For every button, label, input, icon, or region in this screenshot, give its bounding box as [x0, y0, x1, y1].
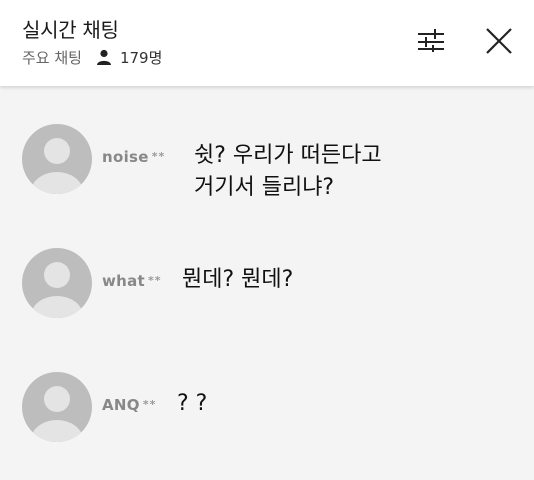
close-button[interactable]: [480, 24, 518, 62]
default-avatar-icon: [22, 372, 92, 442]
chat-message-list[interactable]: noise ** 쉿? 우리가 떠든다고 거기서 들리냐? what ** 뭔데? …: [0, 88, 534, 480]
participant-count: 179명: [119, 48, 163, 67]
settings-sliders-icon: [417, 28, 445, 56]
close-icon: [485, 27, 513, 59]
avatar[interactable]: [22, 124, 92, 194]
default-avatar-icon: [22, 124, 92, 194]
message-nickname[interactable]: ANQ **: [102, 396, 156, 414]
person-icon: [96, 49, 112, 65]
avatar[interactable]: [22, 372, 92, 442]
message-text: 쉿? 우리가 떠든다고 거기서 들리냐?: [194, 140, 382, 204]
chat-title: 실시간 채팅: [22, 18, 119, 42]
message-line: 뭔데? 뭔데?: [182, 267, 294, 292]
settings-button[interactable]: [412, 26, 450, 58]
message-nickname[interactable]: noise **: [102, 148, 165, 166]
chat-header: 실시간 채팅 주요 채팅 179명: [0, 0, 534, 86]
message-text: 뭔데? 뭔데?: [182, 264, 293, 296]
message-line: 거기서 들리냐?: [194, 175, 335, 200]
message-line: 쉿? 우리가 떠든다고: [194, 143, 382, 168]
message-line: ? ?: [177, 391, 208, 416]
chat-subtitle-row: 주요 채팅 179명: [22, 46, 162, 68]
message-text: ? ?: [177, 388, 207, 420]
chat-channel-label: 주요 채팅: [22, 48, 82, 67]
default-avatar-icon: [22, 248, 92, 318]
avatar[interactable]: [22, 248, 92, 318]
message-nickname[interactable]: what **: [102, 272, 162, 290]
